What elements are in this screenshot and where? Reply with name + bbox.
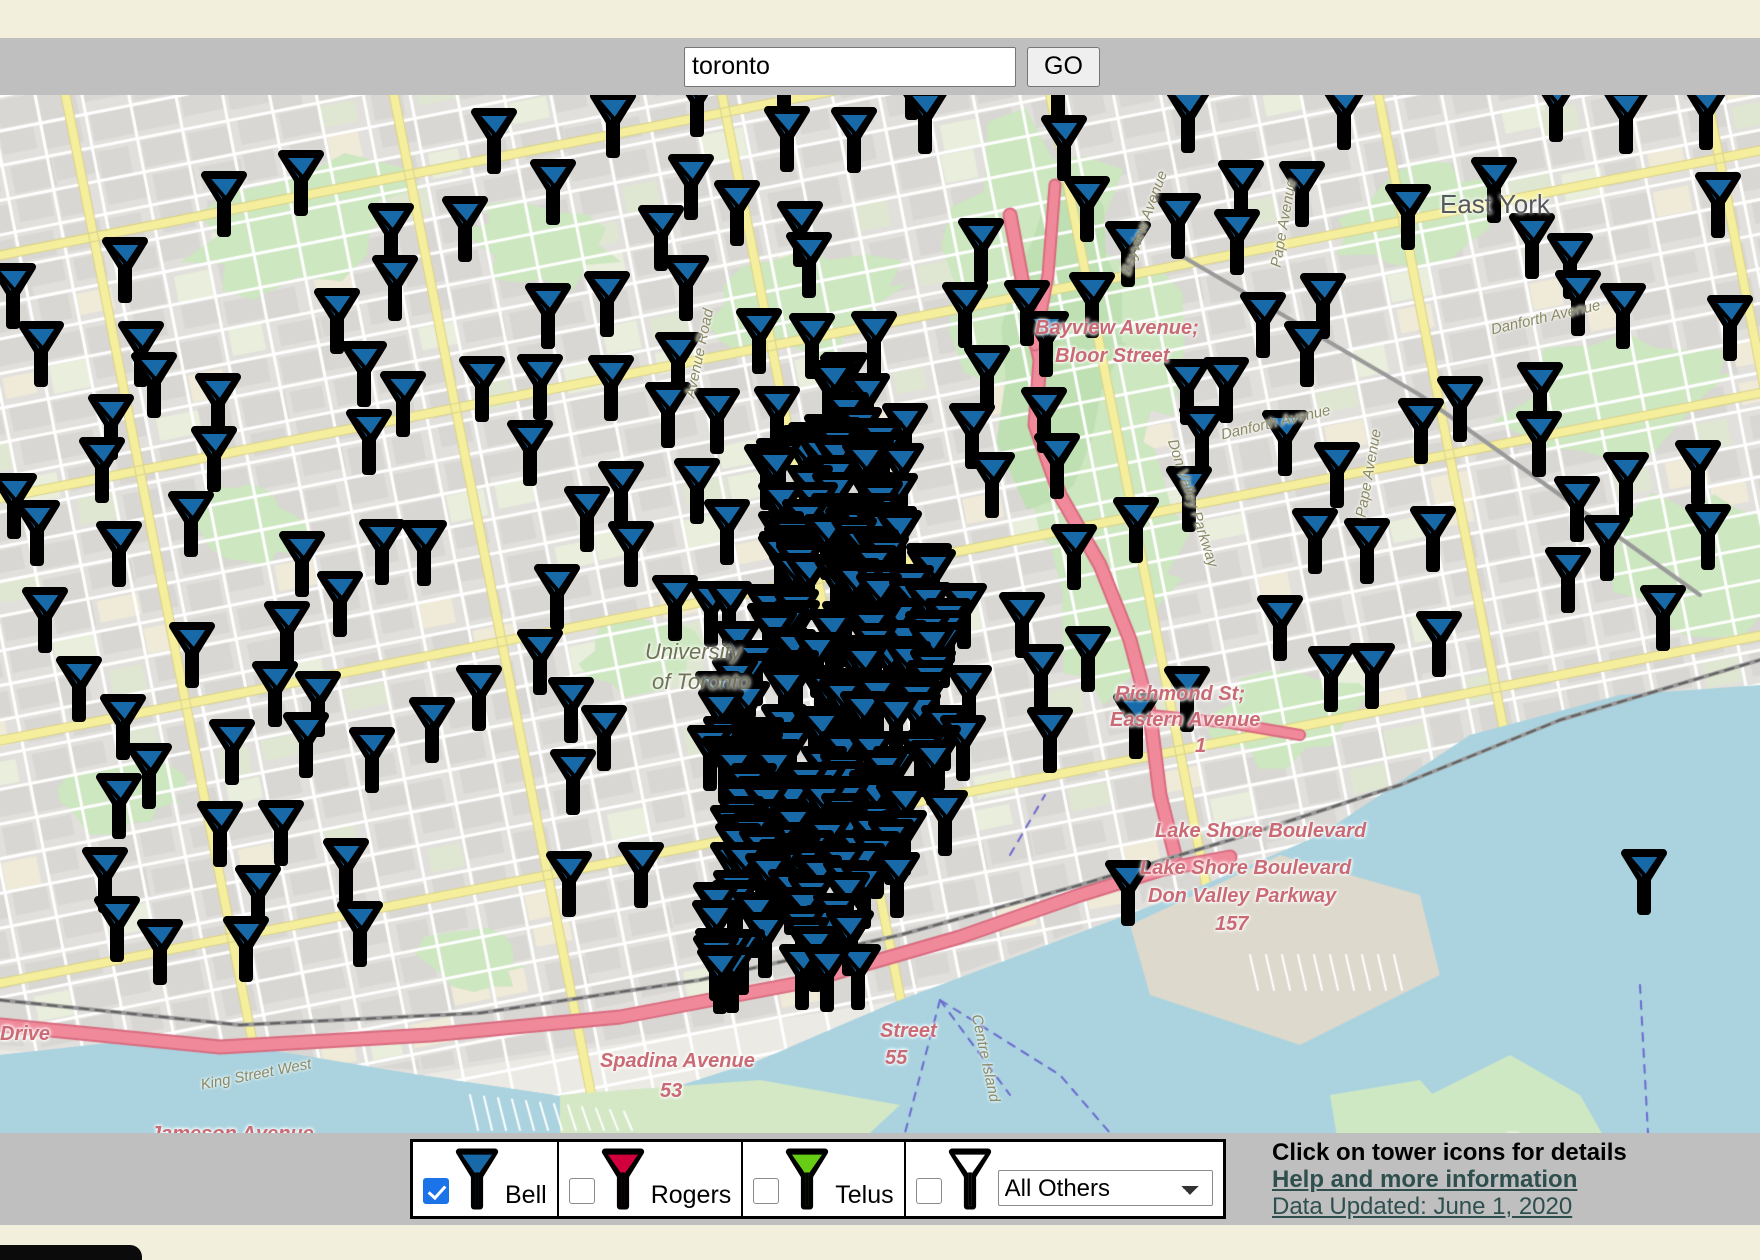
map-label: Lake Shore Boulevard [1140, 857, 1352, 879]
map-label: East York [1440, 189, 1550, 219]
map-label: 1 [1195, 735, 1207, 757]
map-label: of Toronto [652, 669, 751, 694]
legend-cell-rogers: Rogers [559, 1142, 744, 1216]
carrier-filter-legend: Bell Rogers Telus All OthersFreedom Mobi… [410, 1139, 1226, 1219]
bottom-background-strip [0, 1225, 1760, 1260]
map-label: University [645, 639, 742, 664]
map-viewport[interactable]: East York Bayview Avenue; Bloor Street Danf… [0, 95, 1760, 1133]
map-label: Drive [0, 1023, 51, 1045]
data-updated-link[interactable]: Data Updated: June 1, 2020 [1272, 1193, 1627, 1221]
map-label: Jameson Avenue [150, 1123, 314, 1133]
map-label: Avenue Road [681, 307, 718, 400]
map-label: Don Valley Parkway [1163, 436, 1222, 570]
carrier-label-telus: Telus [835, 1181, 894, 1209]
map-label: Lake Shore Boulevard [1155, 820, 1367, 842]
map-label: Bayview Avenue [1117, 168, 1172, 278]
map-label: Bayview Avenue; [1035, 317, 1199, 339]
map-label: Don Valley Parkway [1148, 885, 1337, 907]
carrier-checkbox-bell[interactable] [423, 1178, 449, 1204]
map-label-layer: East York Bayview Avenue; Bloor Street Danf… [0, 95, 1760, 1133]
info-block: Click on tower icons for details Help an… [1272, 1139, 1627, 1221]
map-label: 55 [885, 1047, 908, 1069]
help-link[interactable]: Help and more information [1272, 1166, 1627, 1194]
map-label: Pape Avenue [1267, 177, 1300, 269]
carrier-label-bell: Bell [505, 1181, 547, 1209]
map-label: Danforth Avenue [1489, 296, 1603, 339]
carrier-checkbox-rogers[interactable] [568, 1178, 595, 1204]
bottom-left-bar [0, 1245, 142, 1260]
tower-icon-bell [455, 1148, 499, 1210]
map-label: Bloor Street [1055, 345, 1170, 367]
map-label: Richmond St; [1115, 683, 1245, 705]
tower-icon-rogers [601, 1148, 645, 1210]
legend-cell-others: All OthersFreedom MobileVideotronEastlin… [906, 1142, 1223, 1216]
map-label: Pape Avenue [1352, 427, 1385, 519]
top-background-strip [0, 0, 1760, 38]
map-label: Street [880, 1020, 937, 1042]
tower-icon-others [948, 1148, 992, 1210]
go-button[interactable]: GO [1027, 46, 1100, 87]
map-label: Danforth Avenue [1219, 401, 1333, 444]
map-label: 53 [660, 1080, 683, 1102]
search-toolbar: GO [0, 38, 1760, 95]
map-label: Spadina Avenue [600, 1050, 755, 1072]
carrier-checkbox-others[interactable] [915, 1178, 942, 1204]
map-label: 157 [1215, 913, 1249, 935]
search-controls: GO [684, 46, 1100, 87]
carrier-checkbox-telus[interactable] [753, 1178, 780, 1204]
map-label: Centre Island [967, 1012, 1004, 1104]
map-label: King Street West [199, 1055, 313, 1094]
map-label: Eastern Avenue [1110, 709, 1261, 731]
page-root: GO [0, 0, 1760, 1260]
tower-icon-telus [785, 1148, 829, 1210]
other-carriers-select[interactable]: All OthersFreedom MobileVideotronEastlin… [997, 1170, 1213, 1206]
legend-cell-telus: Telus [743, 1142, 906, 1216]
carrier-label-rogers: Rogers [650, 1181, 732, 1209]
info-headline: Click on tower icons for details [1272, 1139, 1627, 1166]
location-search-input[interactable] [684, 46, 1017, 87]
legend-cell-bell: Bell [413, 1142, 559, 1216]
